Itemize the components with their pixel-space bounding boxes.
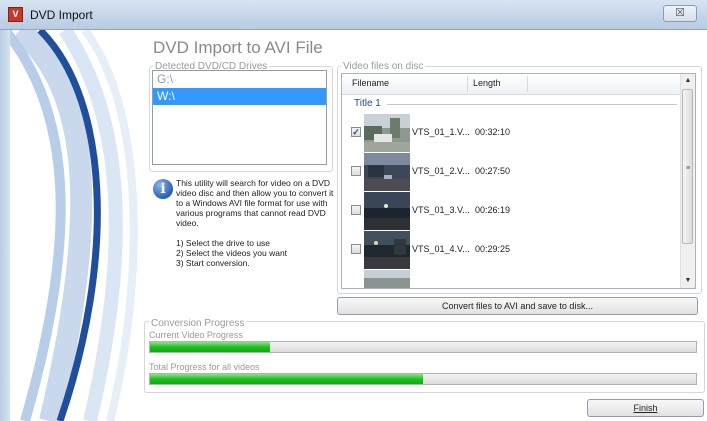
steps-list: 1) Select the drive to use 2) Select the… (176, 238, 287, 268)
video-filename: VTS_01_3.V... (412, 205, 470, 215)
video-thumbnail (364, 114, 410, 152)
step-3: 3) Start conversion. (176, 258, 250, 268)
title-group-label[interactable]: Title 1 (354, 98, 381, 109)
video-row-partial[interactable] (342, 270, 680, 288)
current-progress-bar (149, 341, 697, 353)
videos-group-label: Video files on disc (341, 61, 426, 72)
finish-button[interactable]: Finish (587, 399, 704, 417)
video-thumbnail (364, 192, 410, 230)
video-thumbnail (364, 270, 410, 288)
column-separator (527, 76, 528, 92)
video-thumbnail (364, 153, 410, 191)
drive-list[interactable]: G:\ W:\ (152, 70, 327, 165)
video-length: 00:32:10 (475, 127, 511, 137)
video-thumbnail (364, 231, 410, 269)
window-title: DVD Import (30, 8, 93, 22)
video-checkbox[interactable] (351, 205, 361, 215)
title-bar[interactable]: V DVD Import ☒ (0, 0, 707, 30)
video-filename: VTS_01_2.V... (412, 166, 470, 176)
video-list-header: Filename Length (342, 74, 680, 95)
scroll-up-icon[interactable]: ▲ (681, 74, 695, 88)
dvd-app-icon: V (8, 7, 23, 22)
video-list[interactable]: Filename Length Title 1 ✓ VTS_01_1.V... … (341, 73, 696, 289)
column-separator (467, 76, 468, 92)
page-title: DVD Import to AVI File (153, 38, 323, 57)
video-checkbox[interactable]: ✓ (351, 127, 361, 137)
total-progress-fill (150, 374, 423, 384)
video-length: 00:26:19 (475, 205, 511, 215)
title-group-line (387, 104, 677, 105)
dialog-content: DVD Import to AVI File Detected DVD/CD D… (10, 30, 707, 421)
video-checkbox[interactable] (351, 166, 361, 176)
window-frame (0, 30, 10, 421)
column-length[interactable]: Length (473, 78, 501, 88)
current-progress-label: Current Video Progress (149, 330, 243, 340)
video-list-scrollbar[interactable]: ▲ ≡ ▼ (680, 74, 695, 288)
video-row[interactable]: VTS_01_2.V... 00:27:50 (342, 153, 680, 191)
current-progress-fill (150, 342, 271, 352)
total-progress-label: Total Progress for all videos (149, 362, 260, 372)
video-length: 00:29:25 (475, 244, 511, 254)
drive-item-w[interactable]: W:\ (153, 88, 326, 105)
video-row[interactable]: ✓ VTS_01_1.V... 00:32:10 (342, 114, 680, 152)
step-2: 2) Select the videos you want (176, 248, 288, 258)
grip-icon: ≡ (686, 165, 691, 172)
convert-button[interactable]: Convert files to AVI and save to disk... (337, 297, 698, 315)
video-length: 00:27:50 (475, 166, 511, 176)
scroll-down-icon[interactable]: ▼ (681, 274, 695, 288)
video-filename: VTS_01_4.V... (412, 244, 470, 254)
progress-group-label: Conversion Progress (149, 318, 247, 329)
info-icon: i (153, 179, 173, 199)
info-text: This utility will search for video on a … (176, 178, 334, 228)
drive-item-g[interactable]: G:\ (153, 71, 326, 88)
video-row[interactable]: VTS_01_4.V... 00:29:25 (342, 231, 680, 269)
step-1: 1) Select the drive to use (176, 238, 271, 248)
close-button[interactable]: ☒ (663, 5, 697, 22)
total-progress-bar (149, 373, 697, 385)
column-filename[interactable]: Filename (352, 78, 389, 88)
video-row[interactable]: VTS_01_3.V... 00:26:19 (342, 192, 680, 230)
close-icon: ☒ (675, 7, 685, 19)
finish-label: Finish (633, 403, 658, 413)
video-checkbox[interactable] (351, 244, 361, 254)
video-filename: VTS_01_1.V... (412, 127, 470, 137)
scrollbar-thumb[interactable]: ≡ (682, 89, 693, 244)
decorative-swoosh (10, 30, 138, 421)
